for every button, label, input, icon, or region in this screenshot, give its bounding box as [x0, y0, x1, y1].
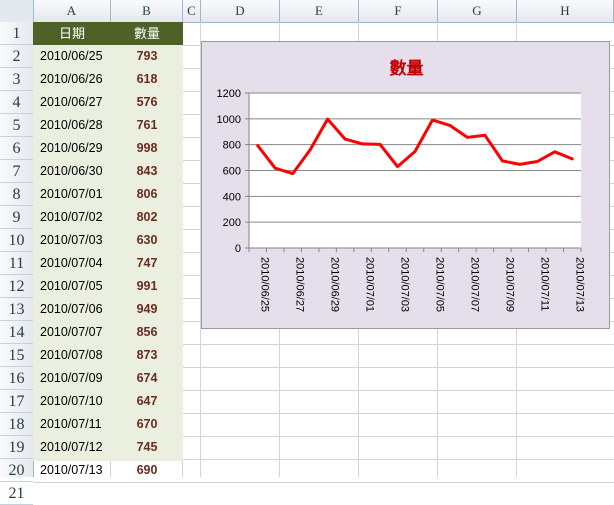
cell-qty[interactable]: 576 [111, 91, 183, 114]
row-header-10[interactable]: 10 [0, 229, 33, 252]
cell-date[interactable]: 2010/07/05 [33, 275, 111, 298]
column-header-b[interactable]: B [111, 0, 183, 22]
select-all-corner[interactable] [0, 0, 34, 22]
row-header-6[interactable]: 6 [0, 137, 33, 160]
y-tick-label: 0 [235, 243, 241, 255]
x-tick-label: 2010/07/11 [538, 257, 550, 311]
cell-date[interactable]: 2010/07/13 [33, 459, 111, 482]
row-header-18[interactable]: 18 [0, 413, 33, 436]
x-tick-label: 2010/06/25 [259, 257, 271, 312]
y-tick-label: 1200 [217, 88, 241, 100]
cell-date[interactable]: 2010/07/10 [33, 390, 111, 413]
cell-date[interactable]: 2010/07/09 [33, 367, 111, 390]
column-header-d[interactable]: D [201, 0, 280, 22]
x-tick-label: 2010/07/09 [503, 257, 515, 312]
cell-date[interactable]: 2010/07/06 [33, 298, 111, 321]
column-header-c[interactable]: C [183, 0, 201, 22]
cell-b1-qty-header[interactable]: 數量 [111, 22, 183, 45]
cell-date[interactable]: 2010/07/12 [33, 436, 111, 459]
cell-a1-date-header[interactable]: 日期 [33, 22, 111, 45]
row-header-1[interactable]: 1 [0, 22, 33, 45]
y-tick-label: 1000 [217, 114, 241, 126]
cell-date[interactable]: 2010/07/08 [33, 344, 111, 367]
cell-date[interactable]: 2010/06/30 [33, 160, 111, 183]
x-tick-label: 2010/06/27 [294, 257, 306, 312]
cell-qty[interactable]: 674 [111, 367, 183, 390]
cell-qty[interactable]: 806 [111, 183, 183, 206]
cell-qty[interactable]: 618 [111, 68, 183, 91]
row-header-4[interactable]: 4 [0, 91, 33, 114]
cell-qty[interactable]: 949 [111, 298, 183, 321]
y-tick-label: 600 [223, 166, 241, 178]
column-header-f[interactable]: F [359, 0, 438, 22]
y-tick-label: 800 [223, 140, 241, 152]
x-tick-label: 2010/06/29 [329, 257, 341, 312]
cell-date[interactable]: 2010/07/07 [33, 321, 111, 344]
cell-qty[interactable]: 745 [111, 436, 183, 459]
x-tick-label: 2010/07/13 [573, 257, 585, 312]
cell-date[interactable]: 2010/07/01 [33, 183, 111, 206]
row-header-16[interactable]: 16 [0, 367, 33, 390]
cell-date[interactable]: 2010/07/04 [33, 252, 111, 275]
row-header-15[interactable]: 15 [0, 344, 33, 367]
column-header-a[interactable]: A [33, 0, 111, 22]
column-header-h[interactable]: H [517, 0, 614, 22]
cell-qty[interactable]: 802 [111, 206, 183, 229]
cell-date[interactable]: 2010/06/27 [33, 91, 111, 114]
row-header-14[interactable]: 14 [0, 321, 33, 344]
cell-qty[interactable]: 998 [111, 137, 183, 160]
cell-qty[interactable]: 647 [111, 390, 183, 413]
cell-date[interactable]: 2010/07/11 [33, 413, 111, 436]
row-header-19[interactable]: 19 [0, 436, 33, 459]
row-header-8[interactable]: 8 [0, 183, 33, 206]
column-header-e[interactable]: E [280, 0, 359, 22]
y-tick-label: 200 [223, 217, 241, 229]
row-header-7[interactable]: 7 [0, 160, 33, 183]
cell-qty[interactable]: 747 [111, 252, 183, 275]
chart-plot: 0 200 400 600 800 1000 1200 2010/06/25 2010/06/2… [217, 88, 586, 312]
row-header-3[interactable]: 3 [0, 68, 33, 91]
cell-qty[interactable]: 690 [111, 459, 183, 482]
row-header-21[interactable]: 21 [0, 482, 33, 505]
row-header-11[interactable]: 11 [0, 252, 33, 275]
cell-qty[interactable]: 843 [111, 160, 183, 183]
x-tick-label: 2010/07/05 [433, 257, 445, 312]
grid-hline [33, 482, 614, 483]
cell-date[interactable]: 2010/07/03 [33, 229, 111, 252]
row-header-12[interactable]: 12 [0, 275, 33, 298]
spreadsheet: ABCDEFGH 1 2 3 4 5 6 7 8 9 10 11 12 13 14 15 16 17 18 19 20… [0, 0, 614, 505]
x-tick-label: 2010/07/01 [364, 257, 376, 312]
cell-qty[interactable]: 856 [111, 321, 183, 344]
row-header-20[interactable]: 20 [0, 459, 33, 482]
cell-date[interactable]: 2010/06/28 [33, 114, 111, 137]
line-chart[interactable]: 數量 0 200 400 600 800 1000 1200 2010/06/25 2010/0… [201, 41, 610, 329]
row-header-17[interactable]: 17 [0, 390, 33, 413]
column-header-g[interactable]: G [438, 0, 517, 22]
y-tick-label: 400 [223, 191, 241, 203]
x-tick-label: 2010/07/03 [399, 257, 411, 312]
row-header-5[interactable]: 5 [0, 114, 33, 137]
cell-qty[interactable]: 793 [111, 45, 183, 68]
cell-qty[interactable]: 991 [111, 275, 183, 298]
cell-qty[interactable]: 873 [111, 344, 183, 367]
x-tick-label: 2010/07/07 [468, 257, 480, 312]
cell-date[interactable]: 2010/06/26 [33, 68, 111, 91]
cell-date[interactable]: 2010/07/02 [33, 206, 111, 229]
row-header-13[interactable]: 13 [0, 298, 33, 321]
cell-date[interactable]: 2010/06/25 [33, 45, 111, 68]
cell-date[interactable]: 2010/06/29 [33, 137, 111, 160]
row-header-2[interactable]: 2 [0, 45, 33, 68]
cell-qty[interactable]: 630 [111, 229, 183, 252]
cell-qty[interactable]: 761 [111, 114, 183, 137]
row-header-9[interactable]: 9 [0, 206, 33, 229]
cell-qty[interactable]: 670 [111, 413, 183, 436]
